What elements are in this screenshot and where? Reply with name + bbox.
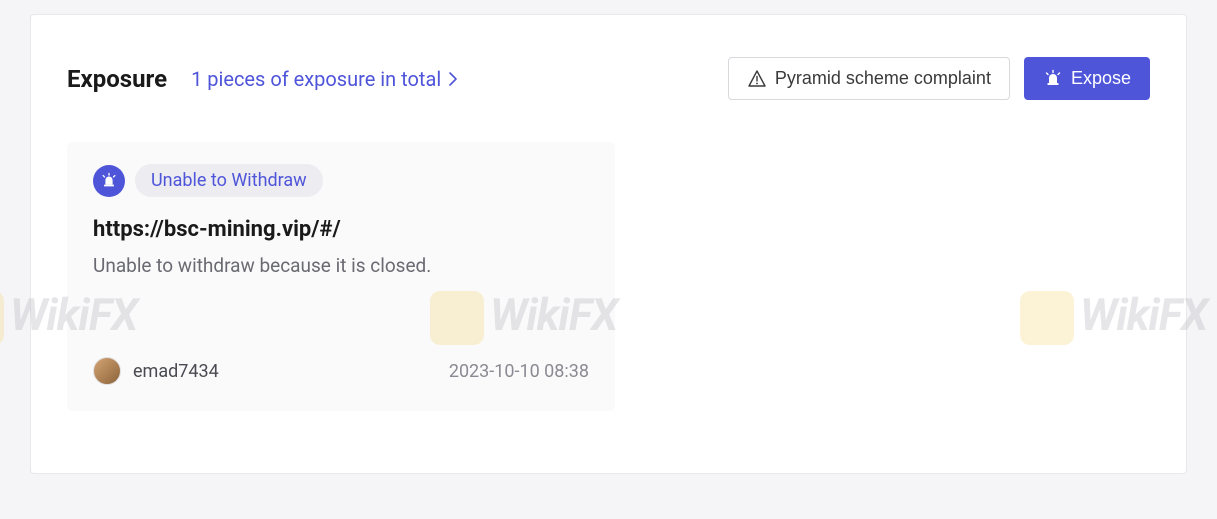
- exposure-count-link[interactable]: 1 pieces of exposure in total: [191, 67, 459, 91]
- timestamp: 2023-10-10 08:38: [449, 361, 589, 382]
- siren-icon: [1043, 69, 1063, 89]
- header-actions: Pyramid scheme complaint Expose: [728, 57, 1150, 100]
- chevron-right-icon: [447, 71, 459, 87]
- pyramid-complaint-button[interactable]: Pyramid scheme complaint: [728, 57, 1010, 100]
- tag-row: Unable to Withdraw: [93, 164, 589, 197]
- siren-badge-icon: [93, 165, 125, 197]
- exposure-description: Unable to withdraw because it is closed.: [93, 254, 589, 277]
- username: emad7434: [133, 361, 219, 382]
- warning-triangle-icon: [747, 69, 767, 89]
- expose-button-label: Expose: [1071, 68, 1131, 89]
- exposure-card[interactable]: Unable to Withdraw https://bsc-mining.vi…: [67, 142, 615, 411]
- header-left: Exposure 1 pieces of exposure in total: [67, 65, 459, 93]
- avatar: [93, 357, 121, 385]
- exposure-footer: emad7434 2023-10-10 08:38: [93, 357, 589, 385]
- exposure-count-text: 1 pieces of exposure in total: [191, 67, 441, 91]
- user-block: emad7434: [93, 357, 219, 385]
- pyramid-complaint-label: Pyramid scheme complaint: [775, 68, 991, 89]
- page-title: Exposure: [67, 65, 167, 93]
- exposure-title: https://bsc-mining.vip/#/: [93, 217, 589, 242]
- exposure-panel: Exposure 1 pieces of exposure in total: [30, 14, 1187, 474]
- exposure-tag: Unable to Withdraw: [135, 164, 323, 197]
- header-row: Exposure 1 pieces of exposure in total: [67, 57, 1150, 100]
- expose-button[interactable]: Expose: [1024, 57, 1150, 100]
